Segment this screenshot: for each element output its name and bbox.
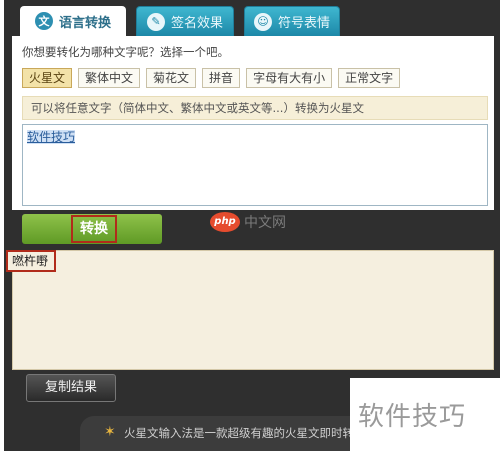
type-option-traditional[interactable]: 繁体中文 — [78, 68, 141, 88]
tab-emoticons[interactable]: ☺ 符号表情 — [244, 6, 340, 36]
footer-text: 火星文输入法是一款超级有趣的火星文即时转换 — [124, 426, 354, 440]
input-value: 软件技巧 — [27, 130, 76, 144]
tab-language-convert[interactable]: 文 语言转换 — [20, 6, 126, 36]
tab-label: 语言转换 — [58, 15, 111, 31]
tab-signature-effect[interactable]: ✎ 签名效果 — [136, 6, 234, 36]
convert-button-label[interactable]: 转换 — [71, 215, 117, 243]
corner-watermark-text: 软件技巧 — [358, 402, 467, 432]
type-option-normal[interactable]: 正常文字 — [338, 68, 401, 88]
php-watermark: php 中文网 — [210, 212, 286, 232]
type-option-huoxingwen[interactable]: 火星文 — [22, 68, 73, 88]
type-option-pinyin[interactable]: 拼音 — [202, 68, 241, 88]
result-area[interactable] — [12, 250, 494, 370]
php-watermark-text: 中文网 — [244, 215, 286, 231]
source-text-input[interactable]: 软件技巧 — [22, 124, 488, 206]
copy-result-button[interactable]: 复制结果 — [26, 374, 116, 402]
hint-bar: 可以将任意文字（简体中文、繁体中文或英文等...）转换为火星文 — [22, 96, 488, 120]
edit-icon: ✎ — [146, 12, 165, 31]
question-text: 你想要转化为哪种文字呢？选择一个吧。 — [22, 45, 229, 59]
result-value: 嘫杵嘢 — [6, 250, 56, 272]
smiley-icon: ☺ — [253, 12, 272, 31]
translate-icon: 文 — [34, 12, 53, 30]
tab-label: 符号表情 — [277, 16, 330, 31]
tab-bar: 文 语言转换 ✎ 签名效果 ☺ 符号表情 — [20, 6, 350, 36]
star-icon: ✶ — [104, 424, 116, 440]
tab-label: 签名效果 — [170, 16, 223, 31]
type-option-mixed-case[interactable]: 字母有大有小 — [246, 68, 333, 88]
type-options: 火星文 繁体中文 菊花文 拼音 字母有大有小 正常文字 — [22, 68, 406, 88]
type-option-juhuawen[interactable]: 菊花文 — [146, 68, 197, 88]
php-logo: php — [210, 212, 240, 232]
input-panel: 你想要转化为哪种文字呢？选择一个吧。 火星文 繁体中文 菊花文 拼音 字母有大有… — [12, 36, 494, 210]
